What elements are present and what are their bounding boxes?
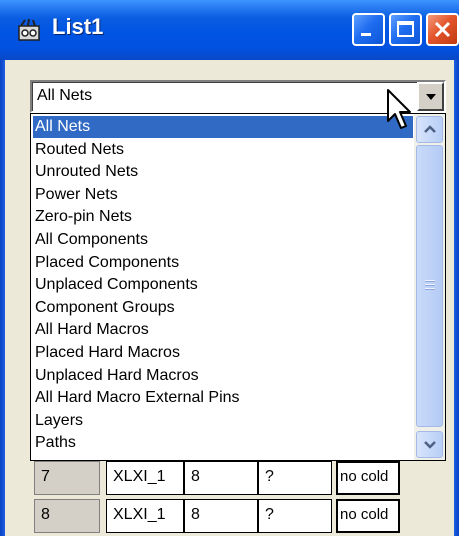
row-index: 7	[34, 461, 100, 495]
combo-selected-value: All Nets	[37, 87, 93, 104]
window-title: List1	[52, 14, 104, 39]
dropdown-option[interactable]: All Hard Macros	[33, 319, 413, 341]
chevron-up-icon	[424, 125, 436, 133]
list-type-combobox[interactable]: All Nets	[30, 80, 446, 113]
chevron-down-icon	[424, 441, 436, 449]
dropdown-option[interactable]: Layers	[33, 410, 413, 432]
scroll-up-button[interactable]	[416, 116, 443, 143]
value-cell[interactable]: 8	[184, 499, 258, 533]
list-window: List1 All Nets All Nets Routed Nets Unro…	[0, 0, 459, 536]
maximize-icon	[397, 21, 414, 37]
dropdown-option[interactable]: All Components	[33, 229, 413, 251]
scroll-grip-icon	[425, 280, 435, 290]
dropdown-option[interactable]: Unplaced Hard Macros	[33, 365, 413, 387]
dropdown-option[interactable]: Power Nets	[33, 184, 413, 206]
value-cell[interactable]: 8	[184, 461, 258, 495]
name-cell[interactable]: XLXI_1	[106, 461, 184, 495]
flag-cell[interactable]: ?	[258, 461, 332, 495]
chevron-down-icon	[426, 94, 436, 100]
dropdown-option[interactable]: Zero-pin Nets	[33, 206, 413, 228]
title-bar[interactable]: List1	[0, 0, 459, 60]
row-index: 8	[34, 499, 100, 533]
name-cell[interactable]: XLXI_1	[106, 499, 184, 533]
table-row: 7 XLXI_1 8 ? no cold	[30, 461, 446, 497]
table-row: 8 XLXI_1 8 ? no cold	[30, 499, 446, 535]
dropdown-option[interactable]: All Hard Macro External Pins	[33, 387, 413, 409]
maximize-button[interactable]	[389, 13, 422, 46]
color-cell[interactable]: no cold	[336, 499, 400, 533]
flag-cell[interactable]: ?	[258, 499, 332, 533]
dropdown-option[interactable]: Unplaced Components	[33, 274, 413, 296]
dropdown-option[interactable]: Placed Hard Macros	[33, 342, 413, 364]
window-frame-left	[0, 60, 5, 536]
dropdown-list[interactable]: All Nets Routed Nets Unrouted Nets Power Ne…	[30, 113, 446, 461]
window-frame-right	[454, 60, 459, 536]
minimize-icon	[361, 33, 371, 36]
close-button[interactable]	[426, 13, 459, 46]
minimize-button[interactable]	[352, 13, 385, 46]
dropdown-option[interactable]: Placed Components	[33, 252, 413, 274]
color-cell[interactable]: no cold	[336, 461, 400, 495]
list-window-icon	[16, 17, 42, 43]
dropdown-button[interactable]	[417, 82, 444, 111]
scroll-down-button[interactable]	[416, 431, 443, 458]
dropdown-option[interactable]: Unrouted Nets	[33, 161, 413, 183]
mouse-cursor-icon	[387, 89, 411, 129]
dropdown-option[interactable]: Paths	[33, 432, 413, 454]
close-icon	[434, 21, 451, 38]
data-table: 7 XLXI_1 8 ? no cold 8 XLXI_1 8 ? no col…	[30, 461, 446, 536]
scroll-thumb[interactable]	[416, 145, 443, 427]
vertical-scrollbar[interactable]	[414, 114, 445, 460]
dropdown-option[interactable]: All Nets	[33, 116, 413, 138]
dropdown-option[interactable]: Routed Nets	[33, 139, 413, 161]
dropdown-option[interactable]: Component Groups	[33, 297, 413, 319]
